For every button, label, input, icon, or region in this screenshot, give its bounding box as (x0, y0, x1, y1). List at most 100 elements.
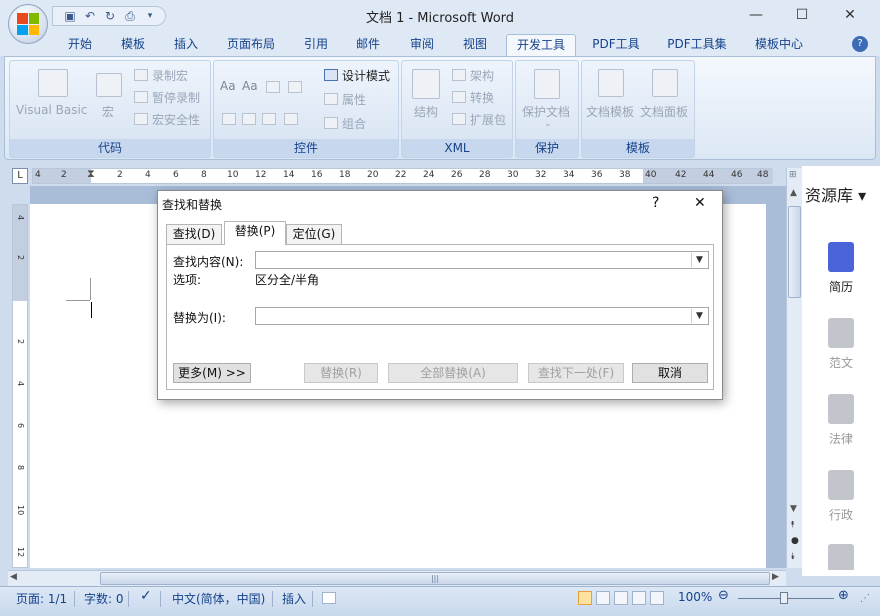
browse-object-icon[interactable]: ● (791, 536, 799, 546)
next-page-icon[interactable]: ⯯ (790, 552, 795, 562)
tab-pdf-tools[interactable]: PDF工具 (586, 34, 646, 56)
proofing-icon[interactable]: ✓ (140, 588, 152, 604)
maximize-button[interactable]: ☐ (782, 4, 822, 26)
tab-mailings[interactable]: 邮件 (348, 34, 388, 56)
macro-record-icon[interactable] (322, 592, 336, 604)
rich-text-control-icon[interactable]: Aa (220, 79, 236, 93)
close-button[interactable]: ✕ (830, 4, 870, 26)
draft-view-icon[interactable] (650, 591, 664, 605)
tab-developer[interactable]: 开发工具 (506, 34, 576, 56)
options-value: 区分全/半角 (255, 273, 320, 287)
zoom-in-icon[interactable]: ⊕ (838, 588, 849, 603)
indent-marker-icon[interactable]: ⧗ (87, 167, 95, 181)
tab-references[interactable]: 引用 (296, 34, 336, 56)
language-indicator[interactable]: 中文(简体，中国) (172, 590, 265, 607)
sidebar-item-resume[interactable]: 简历 (816, 242, 866, 295)
scroll-up-icon[interactable]: ▲ (790, 188, 797, 198)
ruler-toggle-icon[interactable]: ⊞ (789, 170, 797, 180)
find-what-label: 查找内容(N): (173, 255, 244, 269)
tab-find[interactable]: 查找(D) (166, 224, 222, 244)
chevron-down-icon[interactable]: ⌄ (544, 119, 552, 129)
vertical-scrollbar[interactable]: ⊞ ▲ ▼ ⯭ ● ⯯ (786, 168, 802, 568)
protect-document-button[interactable]: 保护文档 (522, 103, 570, 120)
tab-page-layout[interactable]: 页面布局 (221, 34, 281, 56)
vertical-scroll-thumb[interactable] (788, 206, 801, 298)
sidebar-item-education[interactable]: 教育 (816, 544, 866, 570)
minimize-button[interactable]: — (736, 4, 776, 26)
tab-replace[interactable]: 替换(P) (224, 221, 286, 245)
plain-text-control-icon[interactable]: Aa (242, 79, 258, 93)
record-macro-button[interactable]: 录制宏 (152, 67, 188, 84)
scroll-right-icon[interactable]: ▶ (772, 572, 779, 582)
tab-insert[interactable]: 插入 (166, 34, 206, 56)
horizontal-scrollbar[interactable]: ◀ ||| ▶ (8, 570, 786, 586)
date-picker-icon[interactable] (262, 113, 276, 125)
print-layout-view-icon[interactable] (578, 591, 592, 605)
combo-box-icon[interactable] (222, 113, 236, 125)
replace-all-button[interactable]: 全部替换(A) (388, 363, 518, 383)
tab-pdf-toolset[interactable]: PDF工具集 (660, 34, 734, 56)
group-button[interactable]: 组合 (342, 115, 366, 132)
tab-goto[interactable]: 定位(G) (286, 224, 342, 244)
chevron-down-icon[interactable]: ▼ (691, 253, 707, 267)
ribbon-group-controls: Aa Aa 设计模式 属性 组合 控件 (213, 60, 399, 158)
ribbon-group-protect: 保护文档 ⌄ 保护 (515, 60, 579, 158)
tab-review[interactable]: 审阅 (402, 34, 442, 56)
tab-home[interactable]: 开始 (60, 34, 100, 56)
page-count[interactable]: 页面: 1/1 (16, 590, 67, 607)
sidebar-item-sample[interactable]: 范文 (816, 318, 866, 371)
dialog-help-button[interactable]: ? (652, 195, 659, 211)
id-card-icon (828, 470, 854, 500)
resource-library-title[interactable]: 资源库 ▾ (805, 182, 866, 206)
pause-recording-button[interactable]: 暂停录制 (152, 89, 200, 106)
find-what-combobox[interactable]: ▼ (255, 251, 709, 269)
scroll-left-icon[interactable]: ◀ (10, 572, 17, 582)
horizontal-scroll-thumb[interactable]: ||| (100, 572, 770, 585)
schema-button[interactable]: 架构 (470, 67, 494, 84)
zoom-level[interactable]: 100% (678, 590, 712, 604)
previous-page-icon[interactable]: ⯭ (790, 520, 795, 530)
visual-basic-button[interactable]: Visual Basic (16, 103, 87, 117)
replace-button[interactable]: 替换(R) (304, 363, 378, 383)
group-label-code: 代码 (10, 139, 210, 157)
tab-selector[interactable]: L (12, 168, 28, 184)
expansion-pack-button[interactable]: 扩展包 (470, 111, 506, 128)
insert-mode-indicator[interactable]: 插入 (282, 590, 306, 607)
macro-security-button[interactable]: 宏安全性 (152, 111, 200, 128)
scroll-down-icon[interactable]: ▼ (790, 504, 797, 514)
transform-button[interactable]: 转换 (470, 89, 494, 106)
document-panel-button[interactable]: 文档面板 (640, 103, 688, 120)
macros-button[interactable]: 宏 (102, 103, 114, 120)
resize-grip-icon[interactable]: ⋰ (860, 593, 870, 604)
full-screen-view-icon[interactable] (596, 591, 610, 605)
picture-control-icon[interactable] (266, 81, 280, 93)
ribbon-group-code: Visual Basic 宏 录制宏 暂停录制 宏安全性 代码 (9, 60, 211, 158)
tab-templates[interactable]: 模板 (113, 34, 153, 56)
sidebar-item-law[interactable]: 法律 (816, 394, 866, 447)
structure-button[interactable]: 结构 (414, 103, 438, 120)
help-icon[interactable]: ? (852, 36, 868, 52)
outline-view-icon[interactable] (632, 591, 646, 605)
web-layout-view-icon[interactable] (614, 591, 628, 605)
chevron-down-icon[interactable]: ▼ (691, 309, 707, 323)
building-block-icon[interactable] (288, 81, 302, 93)
dialog-close-button[interactable]: ✕ (694, 195, 706, 211)
cancel-button[interactable]: 取消 (632, 363, 708, 383)
word-count[interactable]: 字数: 0 (84, 590, 124, 607)
more-button[interactable]: 更多(M) >> (173, 363, 251, 383)
tab-view[interactable]: 视图 (455, 34, 495, 56)
zoom-out-icon[interactable]: ⊖ (718, 588, 729, 603)
replace-with-combobox[interactable]: ▼ (255, 307, 709, 325)
vertical-ruler[interactable]: 4 2 2 4 6 8 10 12 (12, 204, 28, 568)
dropdown-list-icon[interactable] (242, 113, 256, 125)
zoom-slider-thumb[interactable] (780, 592, 788, 604)
design-mode-button[interactable]: 设计模式 (342, 67, 390, 84)
office-button[interactable] (8, 4, 48, 44)
legacy-tools-icon[interactable] (284, 113, 298, 125)
horizontal-ruler[interactable]: 4 2 ⧗ 2 4 6 8 10 12 14 16 18 20 22 24 26… (32, 167, 773, 184)
find-next-button[interactable]: 查找下一处(F) (528, 363, 624, 383)
tab-template-center[interactable]: 模板中心 (746, 34, 812, 56)
document-template-button[interactable]: 文档模板 (586, 103, 634, 120)
sidebar-item-admin[interactable]: 行政 (816, 470, 866, 523)
properties-button[interactable]: 属性 (342, 91, 366, 108)
